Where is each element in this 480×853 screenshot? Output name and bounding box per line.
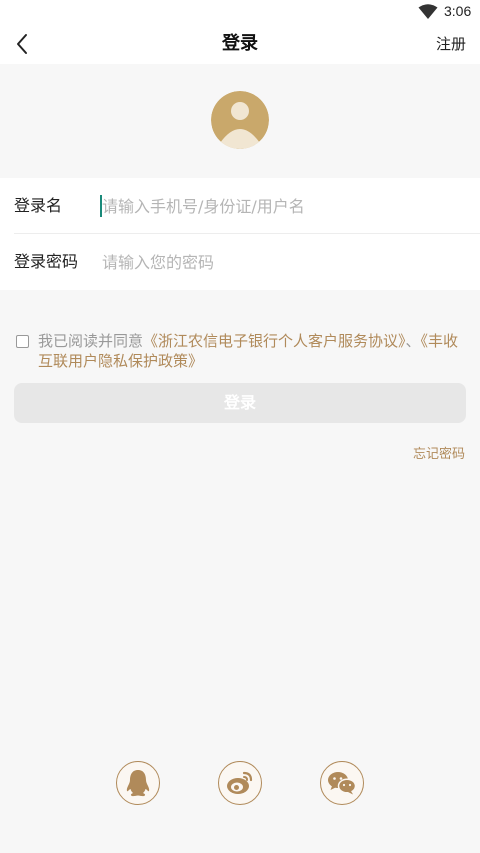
login-form: 登录名 登录密码 (0, 178, 480, 290)
qq-icon (126, 770, 150, 797)
chevron-left-icon (17, 34, 27, 54)
avatar-area (0, 64, 480, 178)
user-avatar-icon (211, 91, 269, 149)
agreement-text: 我已阅读并同意《浙江农信电子银行个人客户服务协议》、《丰收互联用户隐私保护政策》 (38, 331, 468, 371)
agreement-separator: 、 (405, 332, 421, 350)
password-row: 登录密码 (0, 234, 480, 290)
forgot-password-link[interactable]: 忘记密码 (413, 443, 465, 462)
agreement-prefix: 我已阅读并同意 (38, 332, 144, 350)
username-label: 登录名 (14, 196, 63, 215)
weibo-login-button[interactable] (218, 761, 262, 805)
back-button[interactable] (8, 28, 36, 60)
page-title: 登录 (222, 33, 258, 54)
agreement-checkbox[interactable] (16, 335, 29, 348)
username-row: 登录名 (0, 178, 480, 234)
password-label: 登录密码 (14, 252, 79, 271)
service-agreement-link[interactable]: 《浙江农信电子银行个人客户服务协议》 (143, 332, 406, 350)
status-bar: 3:06 (0, 0, 480, 24)
status-time: 3:06 (444, 3, 472, 19)
weibo-icon (227, 771, 253, 794)
login-button[interactable]: 登录 (14, 383, 466, 423)
avatar (211, 91, 269, 149)
wechat-login-button[interactable] (320, 761, 364, 805)
qq-login-button[interactable] (116, 761, 160, 805)
username-input[interactable] (100, 192, 462, 220)
password-input[interactable] (100, 248, 462, 276)
wifi-icon (418, 4, 438, 19)
wechat-icon (328, 772, 357, 795)
register-link[interactable]: 注册 (436, 24, 466, 64)
app-header: 登录 注册 (0, 24, 480, 64)
text-caret (100, 195, 102, 217)
